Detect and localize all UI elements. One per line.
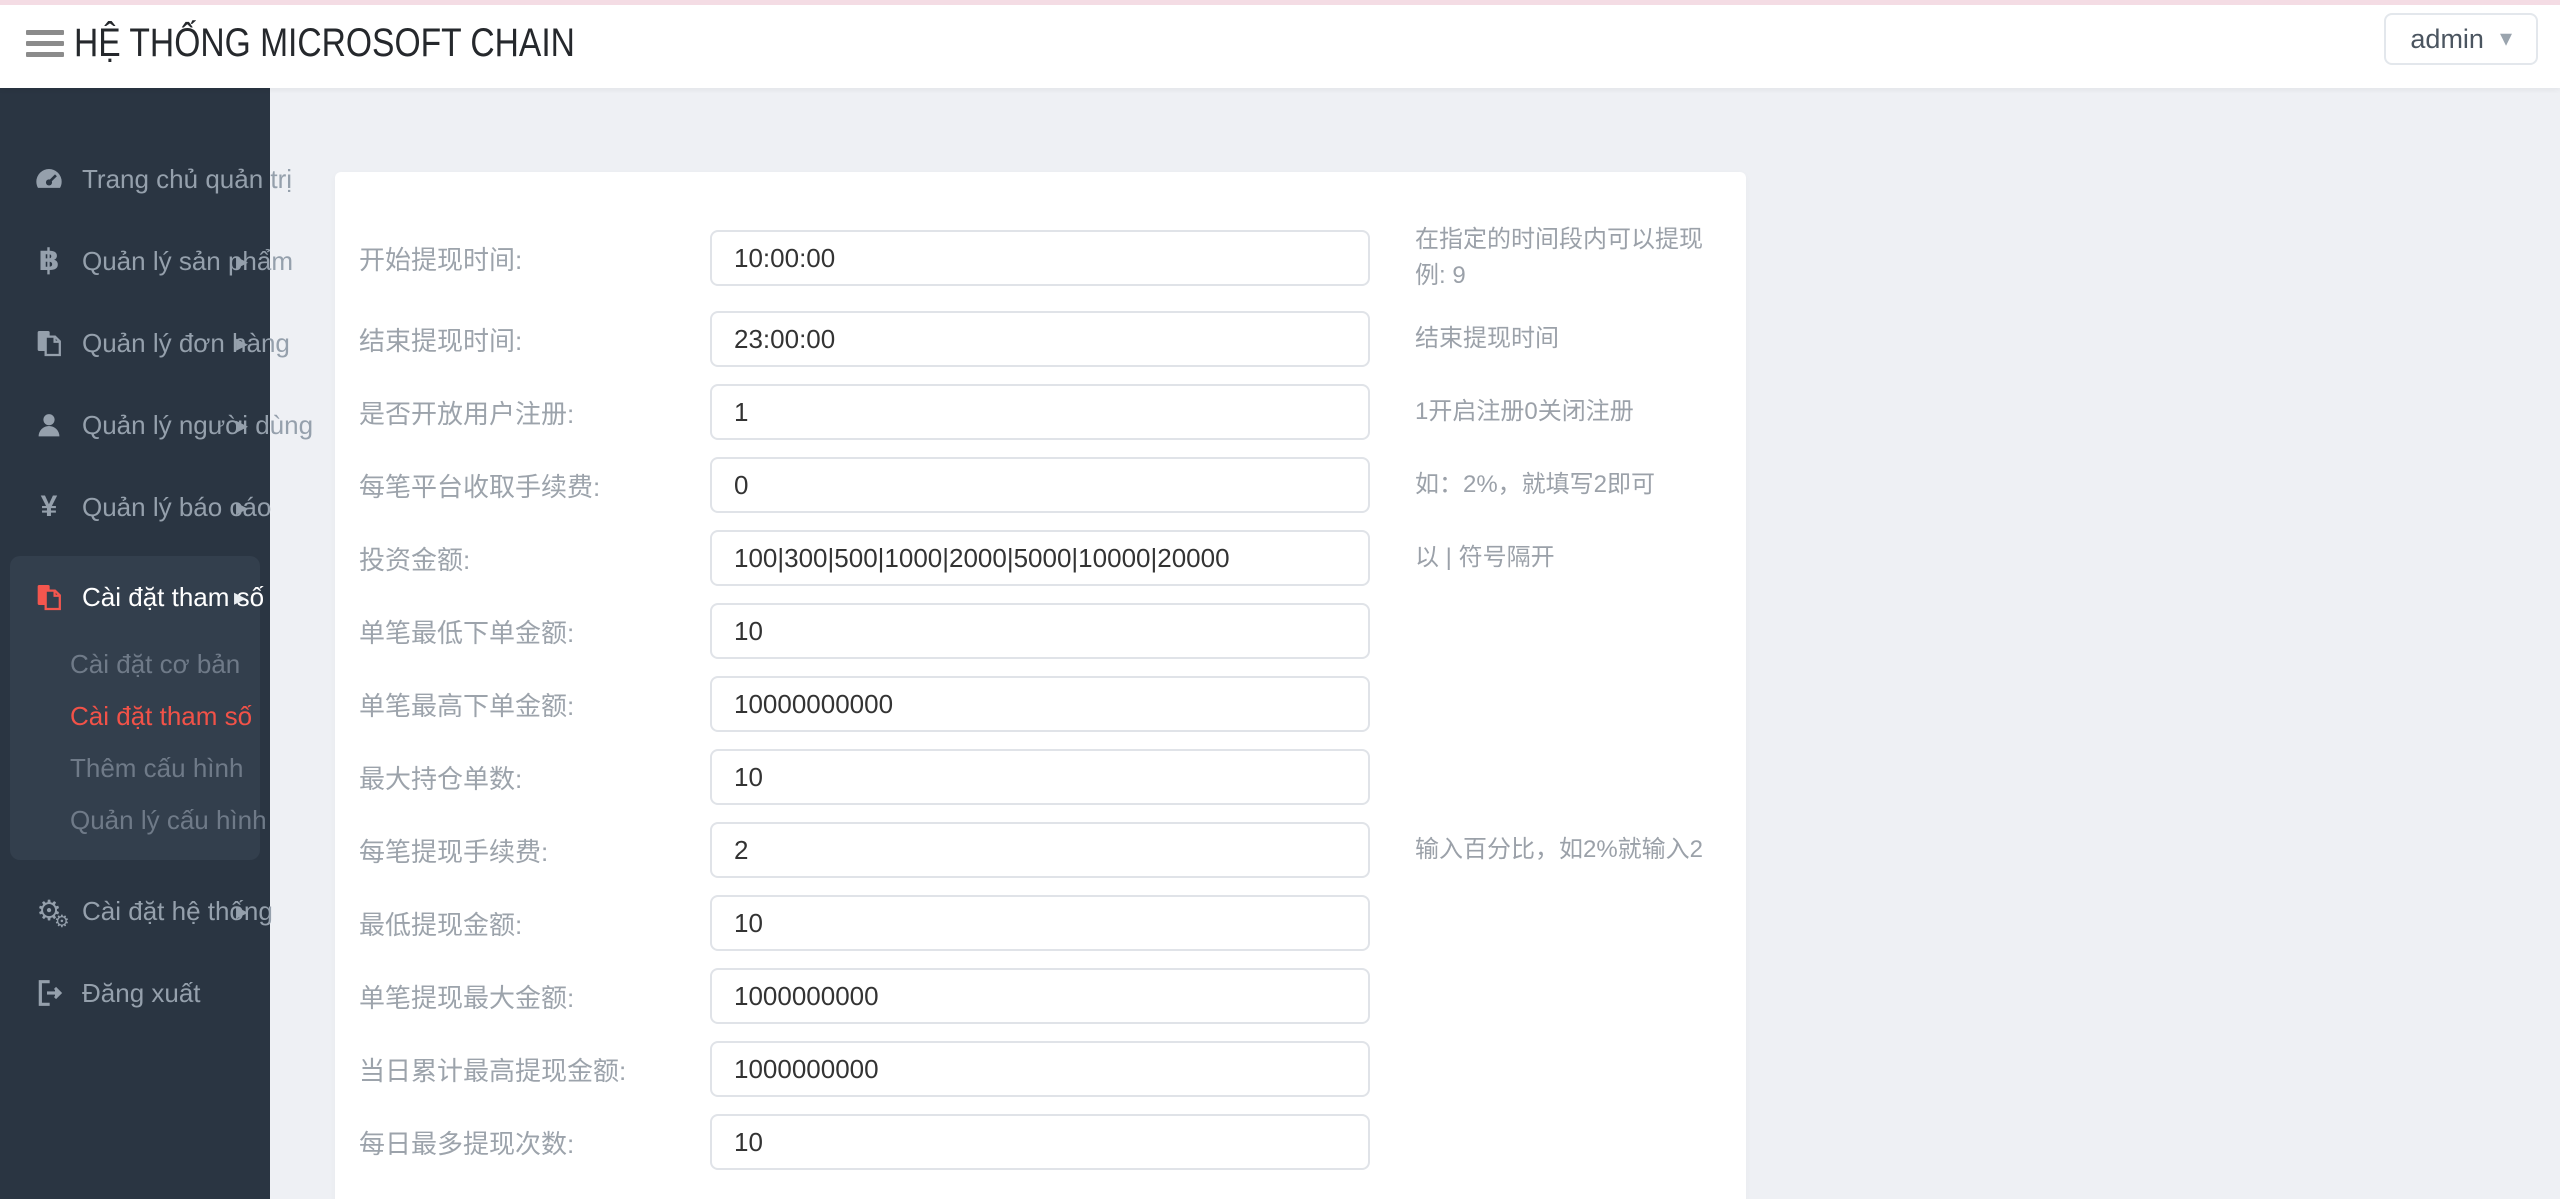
field-label: 当日累计最高提现金额:: [359, 1051, 710, 1088]
sidebar-subitem-2[interactable]: Thêm cấu hình: [10, 742, 260, 794]
field-input-3[interactable]: [710, 457, 1370, 513]
field-hint: 在指定的时间段内可以提现 例: 9: [1415, 222, 1722, 294]
header: HỆ THỐNG MICROSOFT CHAIN admin ▾: [0, 0, 2560, 88]
form-row-2: 是否开放用户注册: 1开启注册0关闭注册: [359, 384, 1722, 440]
user-dropdown[interactable]: admin ▾: [2384, 13, 2538, 65]
sidebar-item-6[interactable]: ⚙⚙ Cài đặt hệ thống ▸: [0, 870, 270, 952]
field-label: 单笔提现最大金额:: [359, 978, 710, 1015]
field-label: 结束提现时间:: [359, 321, 710, 358]
form-row-0: 开始提现时间: 在指定的时间段内可以提现 例: 9: [359, 222, 1722, 294]
sidebar-item-3[interactable]: Quản lý người dùng ▸: [0, 384, 270, 466]
chevron-right-icon: ▸: [236, 329, 248, 358]
chevron-right-icon: ▸: [236, 493, 248, 522]
form-row-12: 每日最多提现次数:: [359, 1114, 1722, 1170]
settings-form: 开始提现时间: 在指定的时间段内可以提现 例: 9 结束提现时间: 结束提现时间…: [359, 222, 1722, 1170]
chevron-right-icon: ▸: [236, 411, 248, 440]
files-icon: [28, 327, 70, 359]
field-input-1[interactable]: [710, 311, 1370, 367]
sidebar-item-label: Trang chủ quản trị: [82, 164, 292, 195]
form-row-3: 每笔平台收取手续费: 如：2%，就填写2即可: [359, 457, 1722, 513]
gauge-icon: [28, 163, 70, 195]
sidebar-item-1[interactable]: ฿ Quản lý sản phẩm ▸: [0, 220, 270, 302]
bitcoin-icon: ฿: [28, 246, 70, 276]
form-row-7: 最大持仓单数:: [359, 749, 1722, 805]
form-row-10: 单笔提现最大金额:: [359, 968, 1722, 1024]
files-icon: [28, 581, 70, 613]
field-input-11[interactable]: [710, 1041, 1370, 1097]
sidebar-subitem-1[interactable]: Cài đặt tham số: [10, 690, 260, 742]
field-label: 投资金额:: [359, 540, 710, 577]
sidebar-item-0[interactable]: Trang chủ quản trị ▸: [0, 138, 270, 220]
field-label: 是否开放用户注册:: [359, 394, 710, 431]
sidebar-item-2[interactable]: Quản lý đơn hàng ▸: [0, 302, 270, 384]
field-input-4[interactable]: [710, 530, 1370, 586]
form-row-8: 每笔提现手续费: 输入百分比，如2%就输入2: [359, 822, 1722, 878]
field-label: 最低提现金额:: [359, 905, 710, 942]
hamburger-icon[interactable]: [26, 30, 64, 58]
form-row-5: 单笔最低下单金额:: [359, 603, 1722, 659]
field-input-12[interactable]: [710, 1114, 1370, 1170]
sidebar-active-group: Cài đặt tham số ▸ Cài đặt cơ bản Cài đặt…: [10, 556, 260, 860]
form-row-1: 结束提现时间: 结束提现时间: [359, 311, 1722, 367]
field-hint: 结束提现时间: [1415, 321, 1722, 357]
form-row-6: 单笔最高下单金额:: [359, 676, 1722, 732]
field-input-8[interactable]: [710, 822, 1370, 878]
field-hint: 1开启注册0关闭注册: [1415, 394, 1722, 430]
sidebar-subitem-3[interactable]: Quản lý cấu hình: [10, 794, 260, 846]
page-title: HỆ THỐNG MICROSOFT CHAIN: [74, 0, 575, 88]
gears-icon: ⚙⚙: [28, 896, 70, 926]
user-icon: [28, 409, 70, 441]
field-input-0[interactable]: [710, 230, 1370, 286]
field-hint: 以 | 符号隔开: [1415, 540, 1722, 576]
field-hint: 如：2%，就填写2即可: [1415, 467, 1722, 503]
sidebar-item-label: Quản lý sản phẩm: [82, 246, 293, 277]
field-input-2[interactable]: [710, 384, 1370, 440]
field-label: 单笔最高下单金额:: [359, 686, 710, 723]
sidebar-nav: Trang chủ quản trị ▸ ฿ Quản lý sản phẩm …: [0, 138, 270, 1034]
field-input-5[interactable]: [710, 603, 1370, 659]
sidebar-item-label: Quản lý đơn hàng: [82, 328, 290, 359]
chevron-right-icon: ▸: [236, 897, 248, 926]
chevron-right-icon: ▸: [236, 247, 248, 276]
sidebar-subitem-0[interactable]: Cài đặt cơ bản: [10, 638, 260, 690]
sidebar: Trang chủ quản trị ▸ ฿ Quản lý sản phẩm …: [0, 88, 270, 1199]
field-label: 每笔平台收取手续费:: [359, 467, 710, 504]
field-label: 单笔最低下单金额:: [359, 613, 710, 650]
form-row-11: 当日累计最高提现金额:: [359, 1041, 1722, 1097]
field-label: 每日最多提现次数:: [359, 1124, 710, 1161]
field-hint: 输入百分比，如2%就输入2: [1415, 832, 1722, 868]
field-input-9[interactable]: [710, 895, 1370, 951]
sidebar-item-label: Đăng xuất: [82, 978, 201, 1009]
settings-form-card: 开始提现时间: 在指定的时间段内可以提现 例: 9 结束提现时间: 结束提现时间…: [335, 172, 1746, 1199]
sidebar-item-7[interactable]: Đăng xuất ▸: [0, 952, 270, 1034]
signout-icon: [28, 977, 70, 1009]
field-label: 每笔提现手续费:: [359, 832, 710, 869]
user-name: admin: [2410, 24, 2484, 55]
sidebar-item-4[interactable]: ¥ Quản lý báo cáo ▸: [0, 466, 270, 548]
chevron-right-icon: ▸: [234, 583, 246, 612]
sidebar-item-5[interactable]: Cài đặt tham số ▸: [10, 556, 260, 638]
main-content: 开始提现时间: 在指定的时间段内可以提现 例: 9 结束提现时间: 结束提现时间…: [270, 88, 2560, 1199]
field-input-10[interactable]: [710, 968, 1370, 1024]
yen-icon: ¥: [28, 492, 70, 522]
form-row-4: 投资金额: 以 | 符号隔开: [359, 530, 1722, 586]
caret-down-icon: ▾: [2500, 27, 2512, 51]
form-row-9: 最低提现金额:: [359, 895, 1722, 951]
sidebar-item-label: Quản lý người dùng: [82, 410, 313, 441]
field-input-6[interactable]: [710, 676, 1370, 732]
top-accent-line: [0, 0, 2560, 5]
field-label: 开始提现时间:: [359, 240, 710, 277]
field-label: 最大持仓单数:: [359, 759, 710, 796]
field-input-7[interactable]: [710, 749, 1370, 805]
